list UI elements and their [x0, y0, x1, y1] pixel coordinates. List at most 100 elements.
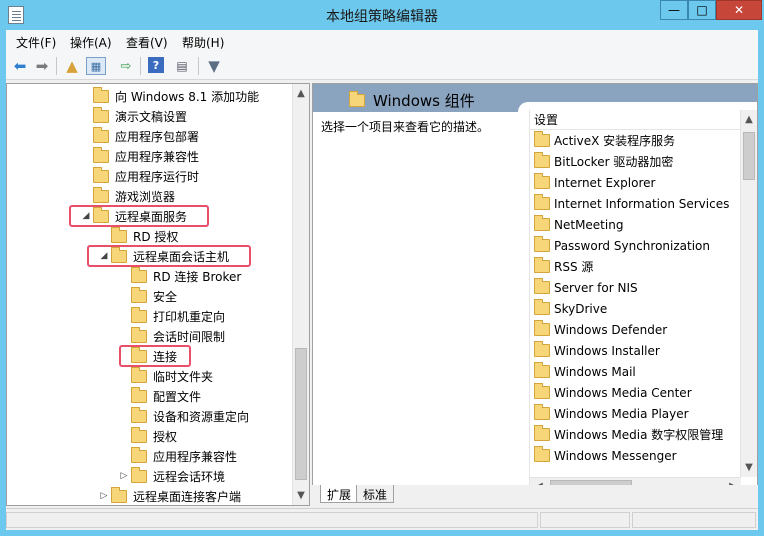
tree-item-label: 打印机重定向: [153, 309, 226, 324]
tree-item[interactable]: 设备和资源重定向: [117, 406, 249, 426]
list-item[interactable]: Windows Media 数字权限管理: [534, 424, 723, 445]
scroll-up-icon[interactable]: ▲: [741, 111, 757, 128]
toolbar-separator: [198, 57, 199, 75]
minimize-button[interactable]: —: [660, 0, 688, 20]
list-item[interactable]: Internet Explorer: [534, 172, 655, 193]
folder-icon: [131, 326, 147, 343]
tree-item[interactable]: 向 Windows 8.1 添加功能: [79, 86, 259, 106]
help-icon[interactable]: ?: [148, 57, 164, 73]
toolbar: ⬅ ➡ ▲ ▦ ⇨ ? ▤ ▼: [6, 52, 758, 80]
folder-icon: [131, 426, 147, 443]
forward-icon[interactable]: ➡: [32, 57, 52, 75]
tree-item[interactable]: 安全: [117, 286, 177, 306]
close-button[interactable]: ✕: [716, 0, 762, 20]
export-list-icon[interactable]: ⇨: [116, 57, 136, 75]
tree-vertical-scrollbar[interactable]: ▲ ▼: [292, 84, 309, 505]
expand-arrow-icon[interactable]: ▷: [97, 491, 111, 501]
folder-icon: [131, 466, 147, 483]
tree-item[interactable]: 授权: [117, 426, 177, 446]
folder-icon: [111, 226, 127, 243]
tree-item[interactable]: 应用程序兼容性: [117, 446, 237, 466]
scroll-thumb[interactable]: [295, 348, 307, 480]
list-item[interactable]: Windows Mail: [534, 361, 636, 382]
list-vertical-scrollbar[interactable]: ▲ ▼: [740, 110, 757, 477]
tree-item[interactable]: ▷ 远程会话环境: [117, 466, 225, 486]
menu-help[interactable]: 帮助(H): [182, 34, 224, 51]
properties-icon[interactable]: ▤: [172, 57, 192, 75]
list-item[interactable]: Server for NIS: [534, 277, 638, 298]
list-item-label: RSS 源: [554, 260, 594, 274]
tree-item-label: 授权: [153, 429, 178, 444]
list-item[interactable]: ActiveX 安装程序服务: [534, 130, 675, 151]
list-item[interactable]: BitLocker 驱动器加密: [534, 151, 673, 172]
show-hide-tree-icon[interactable]: ▦: [86, 57, 106, 75]
tab-extended[interactable]: 扩展: [320, 485, 359, 503]
folder-icon: [534, 341, 550, 357]
tree-item[interactable]: 演示文稿设置: [79, 106, 187, 126]
folder-icon: [131, 266, 147, 283]
maximize-button[interactable]: □: [688, 0, 716, 20]
list-item-label: Server for NIS: [554, 280, 638, 295]
menu-view[interactable]: 查看(V): [126, 34, 168, 51]
tree-item-label: 应用程序兼容性: [153, 449, 238, 464]
folder-icon: [111, 486, 127, 503]
tree-item-label: 游戏浏览器: [115, 189, 176, 204]
toolbar-separator: [140, 57, 141, 75]
list-item[interactable]: Windows Installer: [534, 340, 660, 361]
tree-item-label: 应用程序包部署: [115, 129, 200, 144]
list-item[interactable]: Password Synchronization: [534, 235, 710, 256]
tree-item[interactable]: 应用程序包部署: [79, 126, 199, 146]
menu-file[interactable]: 文件(F): [16, 34, 56, 51]
folder-icon: [131, 446, 147, 463]
tree-item[interactable]: 会话时间限制: [117, 326, 225, 346]
tree-item[interactable]: RD 连接 Broker: [117, 266, 241, 286]
list-item[interactable]: Windows Defender: [534, 319, 667, 340]
list-item[interactable]: Windows Media Player: [534, 403, 689, 424]
status-segment: [632, 512, 756, 528]
tab-standard[interactable]: 标准: [356, 485, 395, 503]
scroll-down-icon[interactable]: ▼: [741, 459, 757, 476]
tree-item[interactable]: RD 授权: [97, 226, 178, 246]
folder-icon: [534, 446, 550, 462]
folder-icon: [93, 86, 109, 103]
tree-item-label: 远程桌面连接客户端: [133, 489, 242, 504]
tree-item-label: 临时文件夹: [153, 369, 214, 384]
list-item[interactable]: Windows Messenger: [534, 445, 677, 466]
list-item[interactable]: RSS 源: [534, 256, 593, 277]
list-item[interactable]: Windows Media Center: [534, 382, 692, 403]
description-text: 选择一个项目来查看它的描述。: [321, 120, 490, 134]
folder-icon: [93, 186, 109, 203]
list-item-label: SkyDrive: [554, 301, 608, 316]
tree-item[interactable]: 应用程序运行时: [79, 166, 199, 186]
folder-icon: [534, 299, 550, 315]
folder-icon: [534, 152, 550, 168]
tree-item[interactable]: ▷ 远程桌面连接客户端: [97, 486, 242, 505]
scroll-thumb[interactable]: [743, 132, 755, 180]
scroll-up-icon[interactable]: ▲: [293, 85, 309, 102]
tree-item[interactable]: 临时文件夹: [117, 366, 213, 386]
list-item[interactable]: SkyDrive: [534, 298, 607, 319]
list-item[interactable]: Internet Information Services: [534, 193, 729, 214]
expand-arrow-icon[interactable]: ▷: [117, 471, 131, 481]
list-item-label: Windows Defender: [554, 322, 668, 337]
folder-icon: [93, 146, 109, 163]
status-segment: [540, 512, 630, 528]
list-item-label: BitLocker 驱动器加密: [554, 155, 674, 169]
tree-item[interactable]: 配置文件: [117, 386, 201, 406]
tree-item[interactable]: 游戏浏览器: [79, 186, 175, 206]
up-folder-icon[interactable]: ▲: [62, 57, 82, 75]
folder-icon: [534, 236, 550, 252]
back-icon[interactable]: ⬅: [10, 57, 30, 75]
highlight-box: [119, 345, 191, 367]
tree-item[interactable]: 应用程序兼容性: [79, 146, 199, 166]
tree-item-label: RD 授权: [133, 229, 179, 244]
scroll-down-icon[interactable]: ▼: [293, 487, 309, 504]
folder-icon: [534, 215, 550, 231]
list-item[interactable]: NetMeeting: [534, 214, 623, 235]
column-header-settings[interactable]: 设置: [530, 110, 741, 130]
tree-item-label: 应用程序兼容性: [115, 149, 200, 164]
tree-item-label: 演示文稿设置: [115, 109, 188, 124]
filter-icon[interactable]: ▼: [204, 57, 224, 75]
menu-action[interactable]: 操作(A): [70, 34, 112, 51]
tree-item[interactable]: 打印机重定向: [117, 306, 225, 326]
